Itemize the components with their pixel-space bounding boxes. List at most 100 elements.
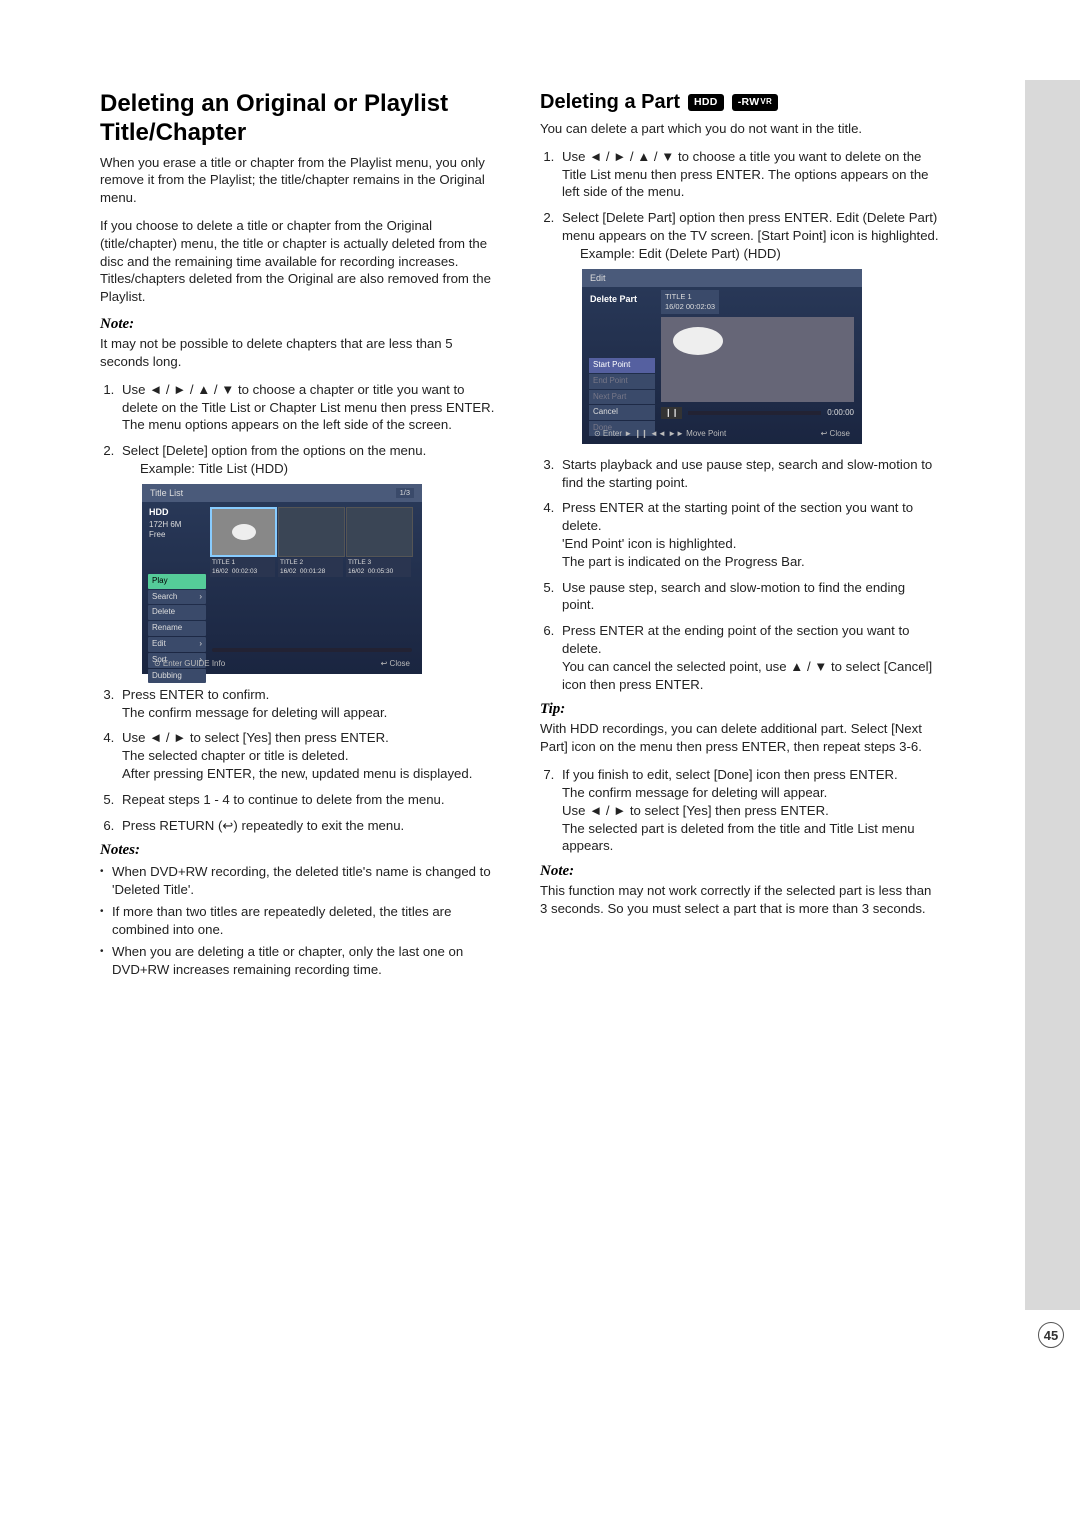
dp-time: 0:00:00: [827, 408, 854, 419]
right-column: Deleting a Part HDD -RWVR You can delete…: [540, 90, 940, 1468]
note-text-1: It may not be possible to delete chapter…: [100, 335, 500, 371]
tl-thumb-img-2: [278, 507, 345, 557]
step-4c: After pressing ENTER, the new, updated m…: [122, 766, 472, 781]
tl-thumb-img-3: [346, 507, 413, 557]
example-caption-2: Example: Edit (Delete Part) (HDD): [580, 245, 940, 263]
note-bullet-3: When you are deleting a title or chapter…: [100, 943, 500, 979]
dp-body: Delete Part Start Point End Point Next P…: [582, 287, 862, 437]
note-bullet-2: If more than two titles are repeatedly d…: [100, 903, 500, 939]
r-step-4a: Press ENTER at the starting point of the…: [562, 500, 913, 533]
steps-right-cont: If you finish to edit, select [Done] ico…: [540, 766, 940, 855]
r-step-2a: Select [Delete Part] option then press E…: [562, 210, 939, 243]
tl-thumb-cap-1: TITLE 116/02 00:02:03: [210, 558, 275, 578]
note-text-2: This function may not work correctly if …: [540, 882, 940, 918]
step-3b: The confirm message for deleting will ap…: [122, 705, 387, 720]
tl-thumb-cap-2: TITLE 216/02 00:01:28: [278, 558, 343, 578]
step-5: Repeat steps 1 - 4 to continue to delete…: [118, 791, 500, 809]
page: Editing 45 Deleting an Original or Playl…: [0, 0, 1080, 1528]
dp-label: Delete Part: [586, 291, 658, 307]
r-step-7: If you finish to edit, select [Done] ico…: [558, 766, 940, 855]
step-4: Use ◄ / ► to select [Yes] then press ENT…: [118, 729, 500, 782]
note-heading-2: Note:: [540, 863, 940, 880]
badge-hdd: HDD: [688, 94, 724, 111]
side-tab: [1025, 80, 1080, 1310]
r-step-2: Select [Delete Part] option then press E…: [558, 209, 940, 443]
step-1a: Use ◄ / ► / ▲ / ▼ to choose a chapter or…: [122, 382, 494, 415]
r-step-6a: Press ENTER at the ending point of the s…: [562, 623, 909, 656]
step-3: Press ENTER to confirm. The confirm mess…: [118, 686, 500, 722]
step-1: Use ◄ / ► / ▲ / ▼ to choose a chapter or…: [118, 381, 500, 434]
delete-part-screenshot: Edit Delete Part Start Point End Point N…: [582, 269, 862, 444]
dp-right-panel: TITLE 1 16/02 00:02:03 ❙❙ 0:00:00: [658, 287, 862, 437]
tl-scrollbar: [212, 648, 412, 652]
dp-progress-bar: [688, 411, 821, 415]
heading-delete-part-text: Deleting a Part: [540, 90, 680, 114]
steps-left: Use ◄ / ► / ▲ / ▼ to choose a chapter or…: [100, 381, 500, 835]
r-step-7c: Use ◄ / ► to select [Yes] then press ENT…: [562, 803, 829, 818]
intro-right: You can delete a part which you do not w…: [540, 120, 940, 138]
title-list-screenshot: Title List 1/3 HDD 172H 6M Free Play Sea…: [142, 484, 422, 674]
tl-header: Title List: [142, 484, 422, 502]
tl-footer-right: ↩ Close: [381, 659, 410, 670]
tl-menu-edit: Edit›: [148, 637, 206, 652]
tl-menu-rename: Rename: [148, 621, 206, 636]
intro-para-1: When you erase a title or chapter from t…: [100, 154, 500, 207]
tl-thumb-2: TITLE 216/02 00:01:28: [278, 507, 343, 685]
dp-title-info: TITLE 1 16/02 00:02:03: [661, 290, 719, 314]
page-number: 45: [1038, 1322, 1064, 1348]
r-step-4: Press ENTER at the starting point of the…: [558, 499, 940, 570]
dp-header: Edit: [582, 269, 862, 287]
step-1b: The menu options appears on the left sid…: [122, 417, 452, 432]
dp-menu-start: Start Point: [589, 358, 655, 373]
r-step-7b: The confirm message for deleting will ap…: [562, 785, 827, 800]
dp-footer-right: ↩ Close: [821, 429, 850, 440]
notes-list: When DVD+RW recording, the deleted title…: [100, 863, 500, 978]
dp-menu-next: Next Part: [589, 390, 655, 405]
notes-heading: Notes:: [100, 842, 500, 859]
dp-footer: ⊙ Enter ► ❙❙ ◄◄ ►► Move Point ↩ Close: [582, 429, 862, 440]
example-caption-1: Example: Title List (HDD): [140, 460, 500, 478]
dp-footer-left: ⊙ Enter ► ❙❙ ◄◄ ►► Move Point: [594, 429, 726, 440]
tl-footer: ⊙ Enter GUIDE Info ↩ Close: [142, 659, 422, 670]
badge-rwvr: -RWVR: [732, 94, 778, 111]
tl-thumb-img-1: [210, 507, 277, 557]
tl-menu-play: Play: [148, 574, 206, 589]
tl-footer-left: ⊙ Enter GUIDE Info: [154, 659, 225, 670]
r-step-7a: If you finish to edit, select [Done] ico…: [562, 767, 898, 782]
r-step-6b: You can cancel the selected point, use ▲…: [562, 659, 932, 692]
tl-thumb-cap-3: TITLE 316/02 00:05:30: [346, 558, 411, 578]
r-step-3: Starts playback and use pause step, sear…: [558, 456, 940, 492]
step-4a: Use ◄ / ► to select [Yes] then press ENT…: [122, 730, 389, 745]
pause-icon: ❙❙: [661, 407, 682, 420]
heading-delete-part: Deleting a Part HDD -RWVR: [540, 90, 940, 114]
tl-menu-delete: Delete: [148, 605, 206, 620]
r-step-6: Press ENTER at the ending point of the s…: [558, 622, 940, 693]
steps-right: Use ◄ / ► / ▲ / ▼ to choose a title you …: [540, 148, 940, 694]
dp-menu-cancel: Cancel: [589, 405, 655, 420]
tl-page-indicator: 1/3: [396, 488, 414, 498]
r-step-4b: 'End Point' icon is highlighted.: [562, 536, 736, 551]
step-2: Select [Delete] option from the options …: [118, 442, 500, 674]
note-heading: Note:: [100, 316, 500, 333]
dp-sidebar: Delete Part Start Point End Point Next P…: [582, 287, 658, 437]
step-4b: The selected chapter or title is deleted…: [122, 748, 349, 763]
step-2a: Select [Delete] option from the options …: [122, 443, 426, 458]
r-step-5: Use pause step, search and slow-motion t…: [558, 579, 940, 615]
tip-heading: Tip:: [540, 701, 940, 718]
step-3a: Press ENTER to confirm.: [122, 687, 269, 702]
step-6: Press RETURN (↩) repeatedly to exit the …: [118, 817, 500, 835]
r-step-7d: The selected part is deleted from the ti…: [562, 821, 915, 854]
intro-para-2: If you choose to delete a title or chapt…: [100, 217, 500, 306]
dp-progress: ❙❙ 0:00:00: [661, 405, 854, 421]
tl-thumbs: TITLE 116/02 00:02:03 TITLE 216/02 00:01…: [208, 502, 422, 685]
dp-menu-end: End Point: [589, 374, 655, 389]
left-column: Deleting an Original or Playlist Title/C…: [100, 90, 500, 1468]
tl-thumb-3: TITLE 316/02 00:05:30: [346, 507, 411, 685]
tl-sidebar: HDD 172H 6M Free Play Search› Delete Ren…: [142, 502, 208, 685]
note-bullet-1: When DVD+RW recording, the deleted title…: [100, 863, 500, 899]
dp-preview: [661, 317, 854, 402]
tl-menu-dubbing: Dubbing: [148, 669, 206, 684]
tl-thumb-1: TITLE 116/02 00:02:03: [210, 507, 275, 685]
heading-delete-original: Deleting an Original or Playlist Title/C…: [100, 90, 500, 148]
tip-text: With HDD recordings, you can delete addi…: [540, 720, 940, 756]
